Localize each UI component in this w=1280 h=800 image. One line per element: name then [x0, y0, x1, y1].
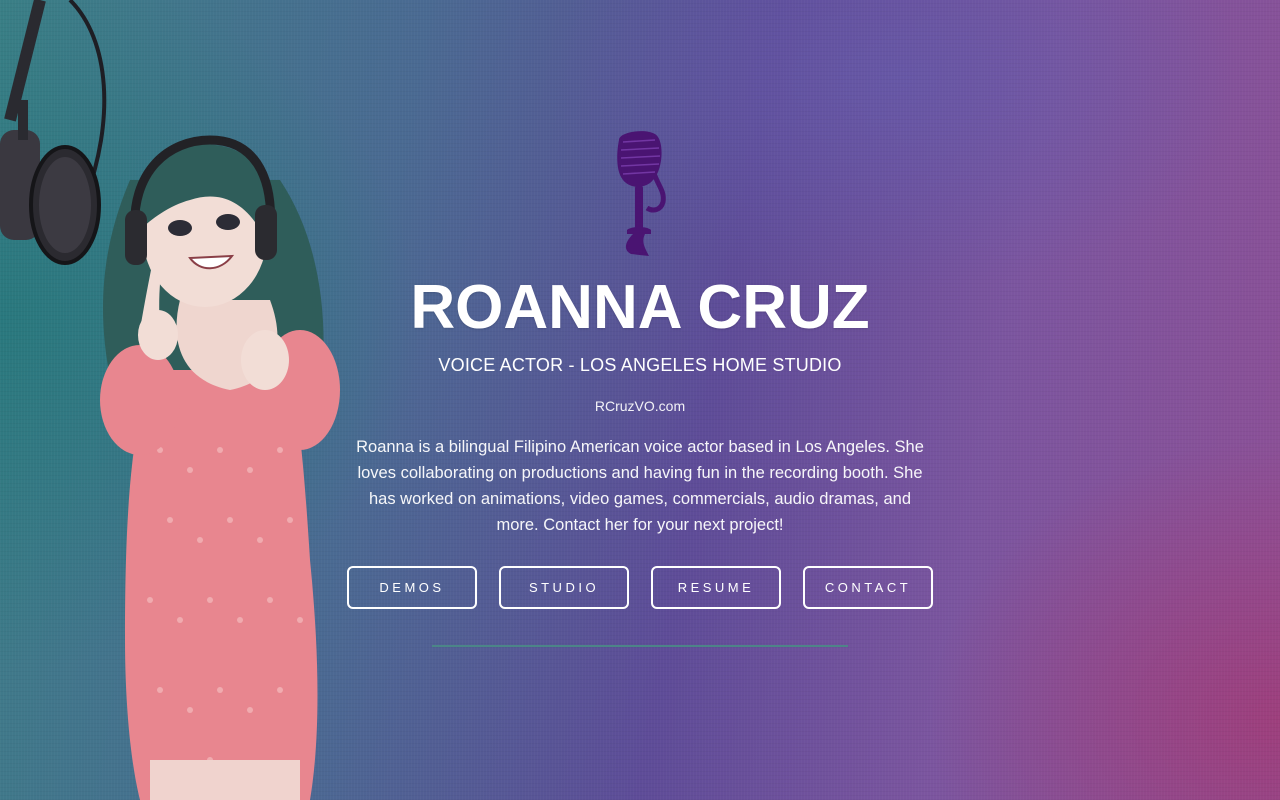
voice-actor-illustration [0, 0, 340, 800]
studio-button[interactable]: STUDIO [499, 566, 629, 610]
divider [432, 645, 848, 648]
bio-paragraph: Roanna is a bilingual Filipino American … [356, 438, 924, 535]
resume-button[interactable]: RESUME [651, 566, 781, 610]
page-title: ROANNA CRUZ [410, 273, 870, 342]
demos-button[interactable]: DEMOS [347, 566, 477, 610]
microphone-icon [617, 131, 666, 256]
hero-section: ROANNA CRUZ VOICE ACTOR - LOS ANGELES HO… [340, 130, 940, 648]
main-nav: DEMOS STUDIO RESUME CONTACT [340, 566, 940, 610]
contact-button[interactable]: CONTACT [803, 566, 933, 610]
tagline: VOICE ACTOR - LOS ANGELES HOME STUDIO [438, 355, 842, 376]
website-text: RCruzVO.com [594, 398, 686, 415]
